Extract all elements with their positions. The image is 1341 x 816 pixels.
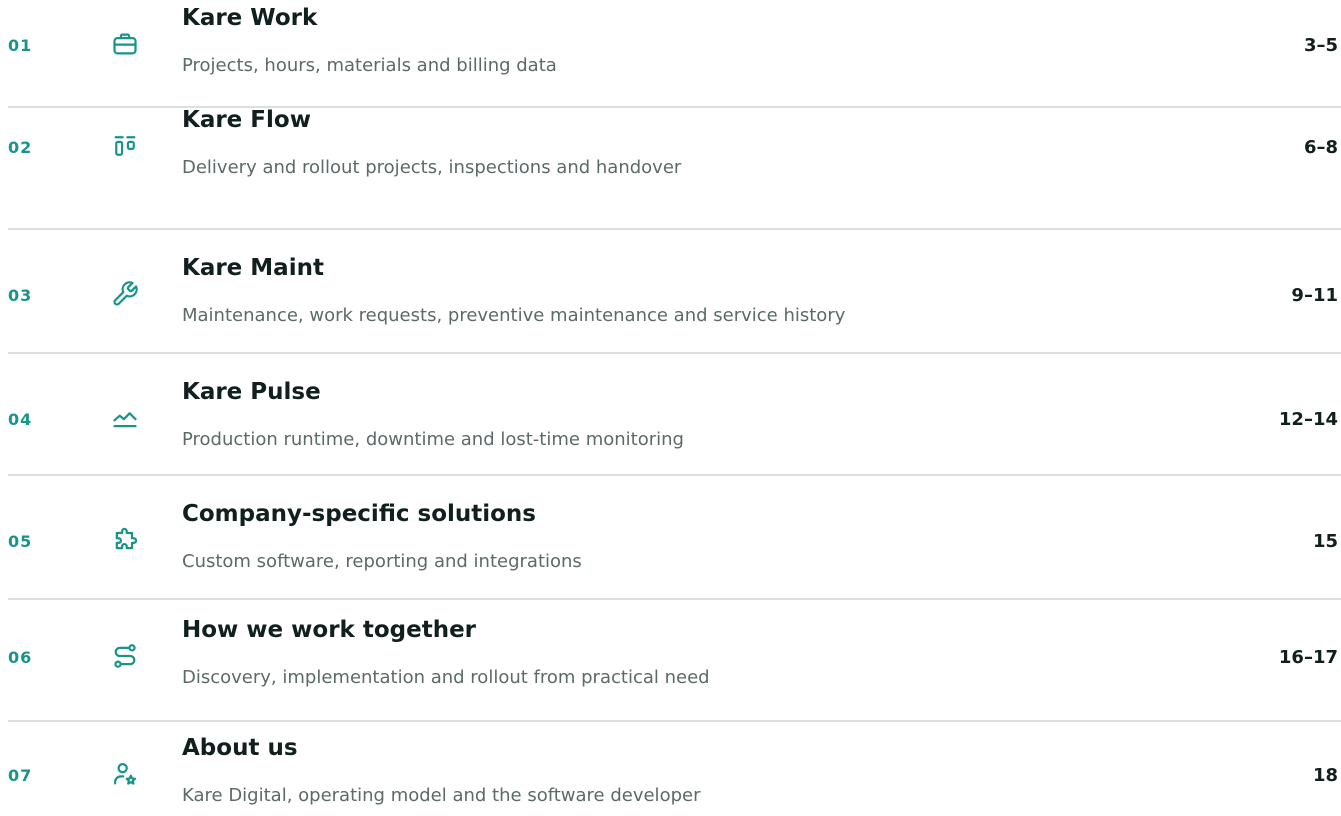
kanban-icon bbox=[108, 129, 142, 163]
page-range: 16–17 bbox=[1278, 647, 1338, 668]
section-description: Production runtime, downtime and lost-ti… bbox=[182, 429, 684, 450]
row-divider bbox=[8, 474, 1341, 476]
section-title: Kare Pulse bbox=[182, 379, 321, 405]
page-range: 3–5 bbox=[1303, 35, 1338, 56]
section-description: Kare Digital, operating model and the so… bbox=[182, 785, 701, 806]
wrench-icon bbox=[108, 277, 142, 311]
section-number: 03 bbox=[8, 286, 33, 305]
section-description: Delivery and rollout projects, inspectio… bbox=[182, 157, 682, 178]
section-number: 01 bbox=[8, 36, 33, 55]
toc-row-kare-flow[interactable]: 02 Kare Flow Delivery and rollout projec… bbox=[0, 102, 1341, 202]
section-number: 07 bbox=[8, 766, 33, 785]
briefcase-icon bbox=[108, 27, 142, 61]
row-divider bbox=[8, 720, 1341, 722]
page-range: 18 bbox=[1312, 765, 1338, 786]
trend-line-icon bbox=[108, 401, 142, 435]
section-description: Custom software, reporting and integrati… bbox=[182, 551, 582, 572]
section-description: Maintenance, work requests, preventive m… bbox=[182, 305, 846, 326]
row-divider bbox=[8, 228, 1341, 230]
row-divider bbox=[8, 598, 1341, 600]
toc-row-kare-pulse[interactable]: 04 Kare Pulse Production runtime, downti… bbox=[0, 374, 1341, 474]
toc-row-about-us[interactable]: 07 About us Kare Digital, operating mode… bbox=[0, 730, 1341, 816]
toc-row-kare-maint[interactable]: 03 Kare Maint Maintenance, work requests… bbox=[0, 250, 1341, 350]
page-range: 6–8 bbox=[1303, 137, 1338, 158]
section-title: Kare Flow bbox=[182, 107, 311, 133]
section-title: How we work together bbox=[182, 617, 477, 643]
page-range: 12–14 bbox=[1278, 409, 1338, 430]
section-title: Company-specific solutions bbox=[182, 501, 536, 527]
user-star-icon bbox=[108, 757, 142, 791]
toc-row-company-specific[interactable]: 05 Company-specific solutions Custom sof… bbox=[0, 496, 1341, 596]
section-number: 04 bbox=[8, 410, 33, 429]
section-number: 05 bbox=[8, 532, 33, 551]
route-icon bbox=[108, 639, 142, 673]
toc-row-kare-work[interactable]: 01 Kare Work Projects, hours, materials … bbox=[0, 0, 1341, 100]
page-range: 9–11 bbox=[1291, 285, 1338, 306]
section-number: 02 bbox=[8, 138, 33, 157]
row-divider bbox=[8, 352, 1341, 354]
toc-row-how-we-work[interactable]: 06 How we work together Discovery, imple… bbox=[0, 612, 1341, 712]
section-title: Kare Work bbox=[182, 5, 318, 31]
page-range: 15 bbox=[1312, 531, 1338, 552]
section-title: About us bbox=[182, 735, 298, 761]
section-description: Projects, hours, materials and billing d… bbox=[182, 55, 557, 76]
puzzle-icon bbox=[108, 523, 142, 557]
section-number: 06 bbox=[8, 648, 33, 667]
section-description: Discovery, implementation and rollout fr… bbox=[182, 667, 710, 688]
section-title: Kare Maint bbox=[182, 255, 324, 281]
table-of-contents: 01 Kare Work Projects, hours, materials … bbox=[0, 0, 1341, 816]
